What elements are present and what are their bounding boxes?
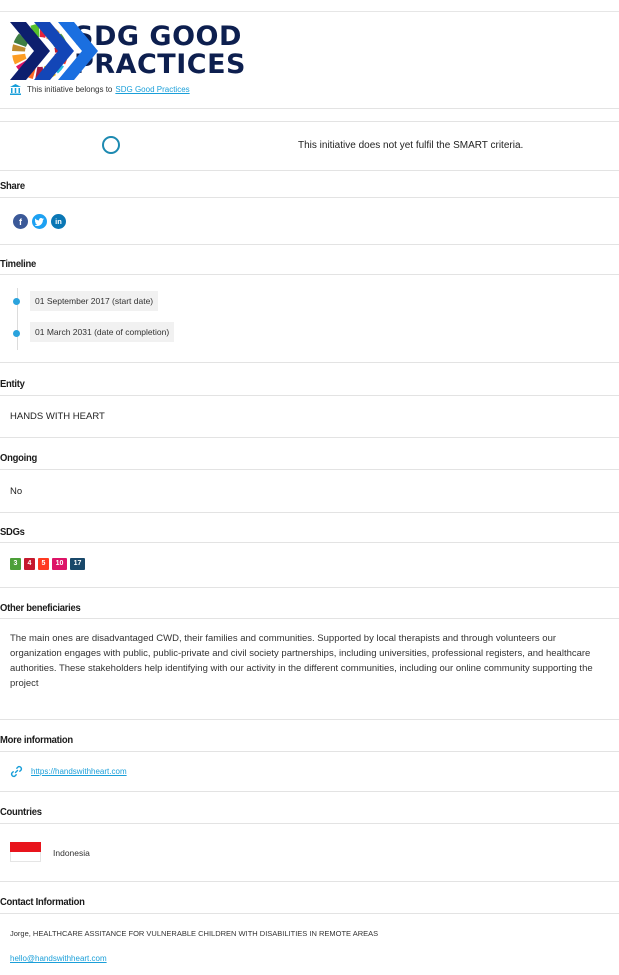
- beneficiaries-text: The main ones are disadvantaged CWD, the…: [10, 633, 593, 689]
- sdg-badge-17[interactable]: 17: [70, 558, 85, 570]
- link-icon: [10, 765, 23, 778]
- divider: [0, 170, 619, 171]
- timeline-end-dot: [13, 330, 20, 337]
- divider: [0, 823, 619, 824]
- divider: [0, 618, 619, 619]
- smart-indicator-ring: [102, 136, 120, 154]
- divider: [0, 121, 619, 122]
- contact-email-link[interactable]: hello@handswithheart.com: [10, 954, 107, 963]
- divider: [0, 512, 619, 513]
- sdg-good-practices-logo[interactable]: SDG GOOD PRACTICES: [10, 22, 330, 84]
- divider: [0, 587, 619, 588]
- linkedin-icon[interactable]: in: [51, 214, 66, 229]
- country-name: Indonesia: [53, 848, 90, 858]
- indonesia-flag-icon: [10, 842, 41, 862]
- institution-icon: [10, 84, 21, 95]
- ongoing-value: No: [10, 486, 23, 497]
- top-divider: [0, 11, 619, 12]
- share-heading: Share: [0, 180, 25, 192]
- sdg-badge-10[interactable]: 10: [52, 558, 67, 570]
- sdgs-heading: SDGs: [0, 526, 25, 538]
- entity-heading: Entity: [0, 378, 25, 390]
- more-info-heading: More information: [0, 734, 73, 746]
- ongoing-heading: Ongoing: [0, 452, 37, 464]
- initiative-belongs: This initiative belongs to SDG Good Prac…: [10, 84, 190, 95]
- divider: [0, 881, 619, 882]
- divider: [0, 751, 619, 752]
- divider: [0, 542, 619, 543]
- sdg-badge-3[interactable]: 3: [10, 558, 21, 570]
- sdg-good-practices-link[interactable]: SDG Good Practices: [115, 85, 189, 94]
- divider: [0, 274, 619, 275]
- sdg-badge-4[interactable]: 4: [24, 558, 35, 570]
- share-buttons: f in: [13, 214, 66, 229]
- divider: [0, 469, 619, 470]
- beneficiaries-heading: Other beneficiaries: [0, 602, 81, 614]
- divider: [0, 913, 619, 914]
- contact-heading: Contact Information: [0, 896, 85, 908]
- smart-criteria-text: This initiative does not yet fulfil the …: [298, 140, 524, 151]
- divider: [0, 362, 619, 363]
- timeline-heading: Timeline: [0, 258, 37, 270]
- timeline-start-date: 01 September 2017 (start date): [30, 291, 159, 311]
- divider: [0, 108, 619, 109]
- divider: [0, 244, 619, 245]
- timeline-end-date: 01 March 2031 (date of completion): [30, 322, 175, 342]
- timeline-start-dot: [13, 298, 20, 305]
- divider: [0, 437, 619, 438]
- divider: [0, 719, 619, 720]
- sdg-badge-5[interactable]: 5: [38, 558, 49, 570]
- sdg-badges: 3 4 5 10 17: [10, 558, 85, 570]
- facebook-icon[interactable]: f: [13, 214, 28, 229]
- divider: [0, 395, 619, 396]
- contact-person: Jorge, HEALTHCARE ASSITANCE FOR VULNERAB…: [10, 929, 379, 938]
- belongs-prefix: This initiative belongs to: [27, 85, 113, 94]
- chevrons-icon: [10, 22, 98, 80]
- twitter-icon[interactable]: [32, 214, 47, 229]
- website-link[interactable]: https://handswithheart.com: [31, 767, 127, 776]
- divider: [0, 791, 619, 792]
- more-info-row: https://handswithheart.com: [10, 765, 127, 778]
- countries-heading: Countries: [0, 806, 42, 818]
- entity-value: HANDS WITH HEART: [10, 411, 105, 422]
- divider: [0, 197, 619, 198]
